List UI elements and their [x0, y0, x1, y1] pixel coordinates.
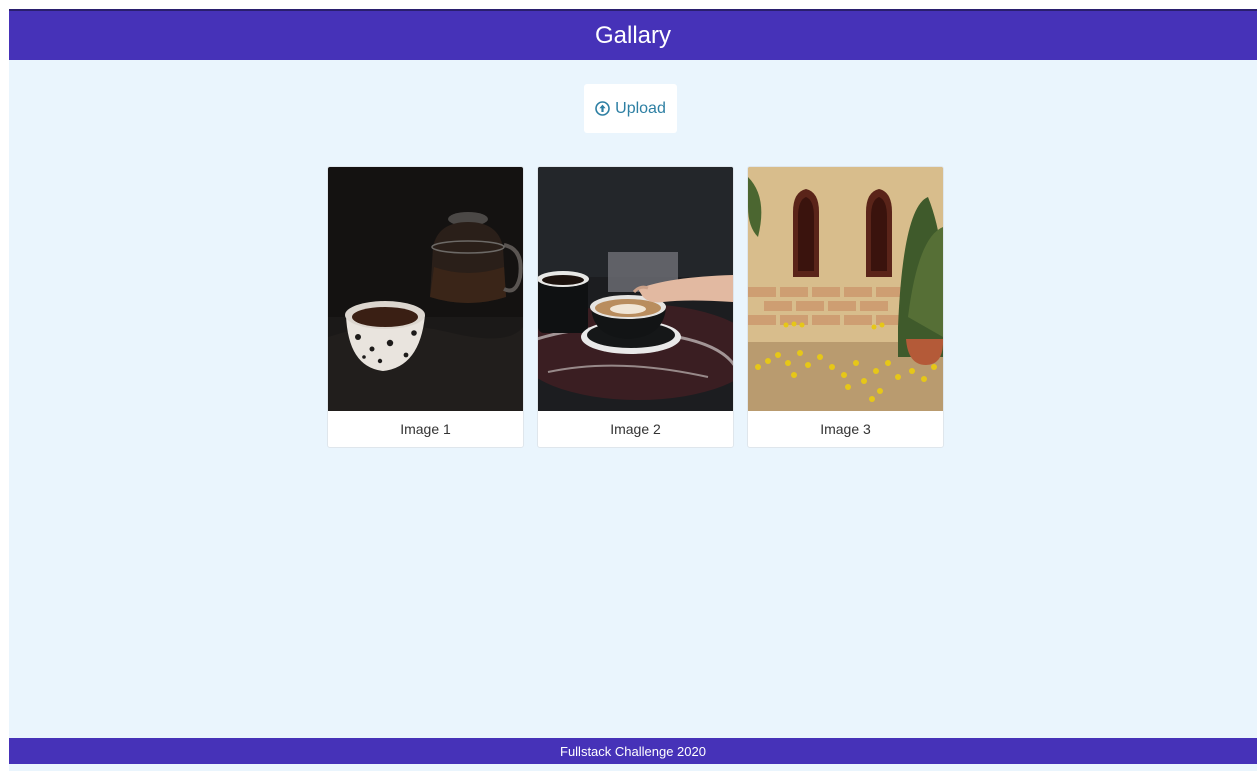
- gallery-card-image-2[interactable]: Image 2: [537, 166, 734, 448]
- upload-button[interactable]: Upload: [584, 84, 677, 133]
- header-bar: Gallary: [9, 9, 1257, 60]
- gallery-caption: Image 2: [610, 421, 661, 437]
- upload-circle-icon: [595, 101, 610, 116]
- gallery-image-lemons-courtyard[interactable]: [748, 167, 943, 411]
- upload-button-label: Upload: [615, 99, 666, 117]
- gallery-caption: Image 1: [400, 421, 451, 437]
- gallery-caption: Image 3: [820, 421, 871, 437]
- footer-text: Fullstack Challenge 2020: [560, 743, 706, 759]
- gallery-image-coffee-pot[interactable]: [328, 167, 523, 411]
- gallery-card-image-3[interactable]: Image 3: [747, 166, 944, 448]
- image-gallery: Image 1 Image 2 Image 3: [327, 166, 944, 448]
- page-title: Gallary: [594, 21, 672, 49]
- gallery-card-image-1[interactable]: Image 1: [327, 166, 524, 448]
- gallery-image-latte[interactable]: [538, 167, 733, 411]
- app-frame: Gallary Upload Image 1 Image 2 Image 3 F…: [9, 9, 1257, 771]
- footer-bar: Fullstack Challenge 2020: [9, 738, 1257, 764]
